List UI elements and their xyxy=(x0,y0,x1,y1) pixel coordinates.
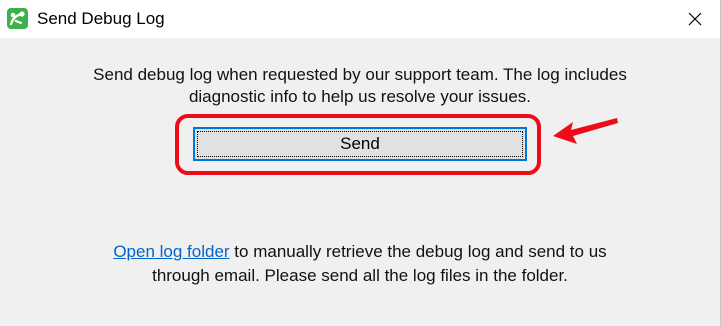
description-line-1: Send debug log when requested by our sup… xyxy=(93,65,627,84)
footer-line-1-text: to manually retrieve the debug log and s… xyxy=(229,242,607,261)
footer-line-2: through email. Please send all the log f… xyxy=(152,266,568,285)
description-text: Send debug log when requested by our sup… xyxy=(0,64,720,108)
close-button[interactable] xyxy=(672,0,718,38)
app-icon xyxy=(7,8,28,29)
title-bar[interactable]: Send Debug Log xyxy=(0,0,720,38)
send-debug-log-dialog: Send Debug Log Send debug log when reque… xyxy=(0,0,721,326)
description-line-2: diagnostic info to help us resolve your … xyxy=(188,87,532,106)
send-button[interactable]: Send xyxy=(193,127,527,161)
red-arrow-icon xyxy=(553,118,618,144)
open-log-folder-link[interactable]: Open log folder xyxy=(113,242,229,261)
footer-text: Open log folder to manually retrieve the… xyxy=(0,240,720,288)
footer-line-1: Open log folder to manually retrieve the… xyxy=(0,240,720,264)
close-icon xyxy=(688,12,702,26)
window-title: Send Debug Log xyxy=(37,9,165,28)
dialog-content: Send debug log when requested by our sup… xyxy=(0,38,720,326)
